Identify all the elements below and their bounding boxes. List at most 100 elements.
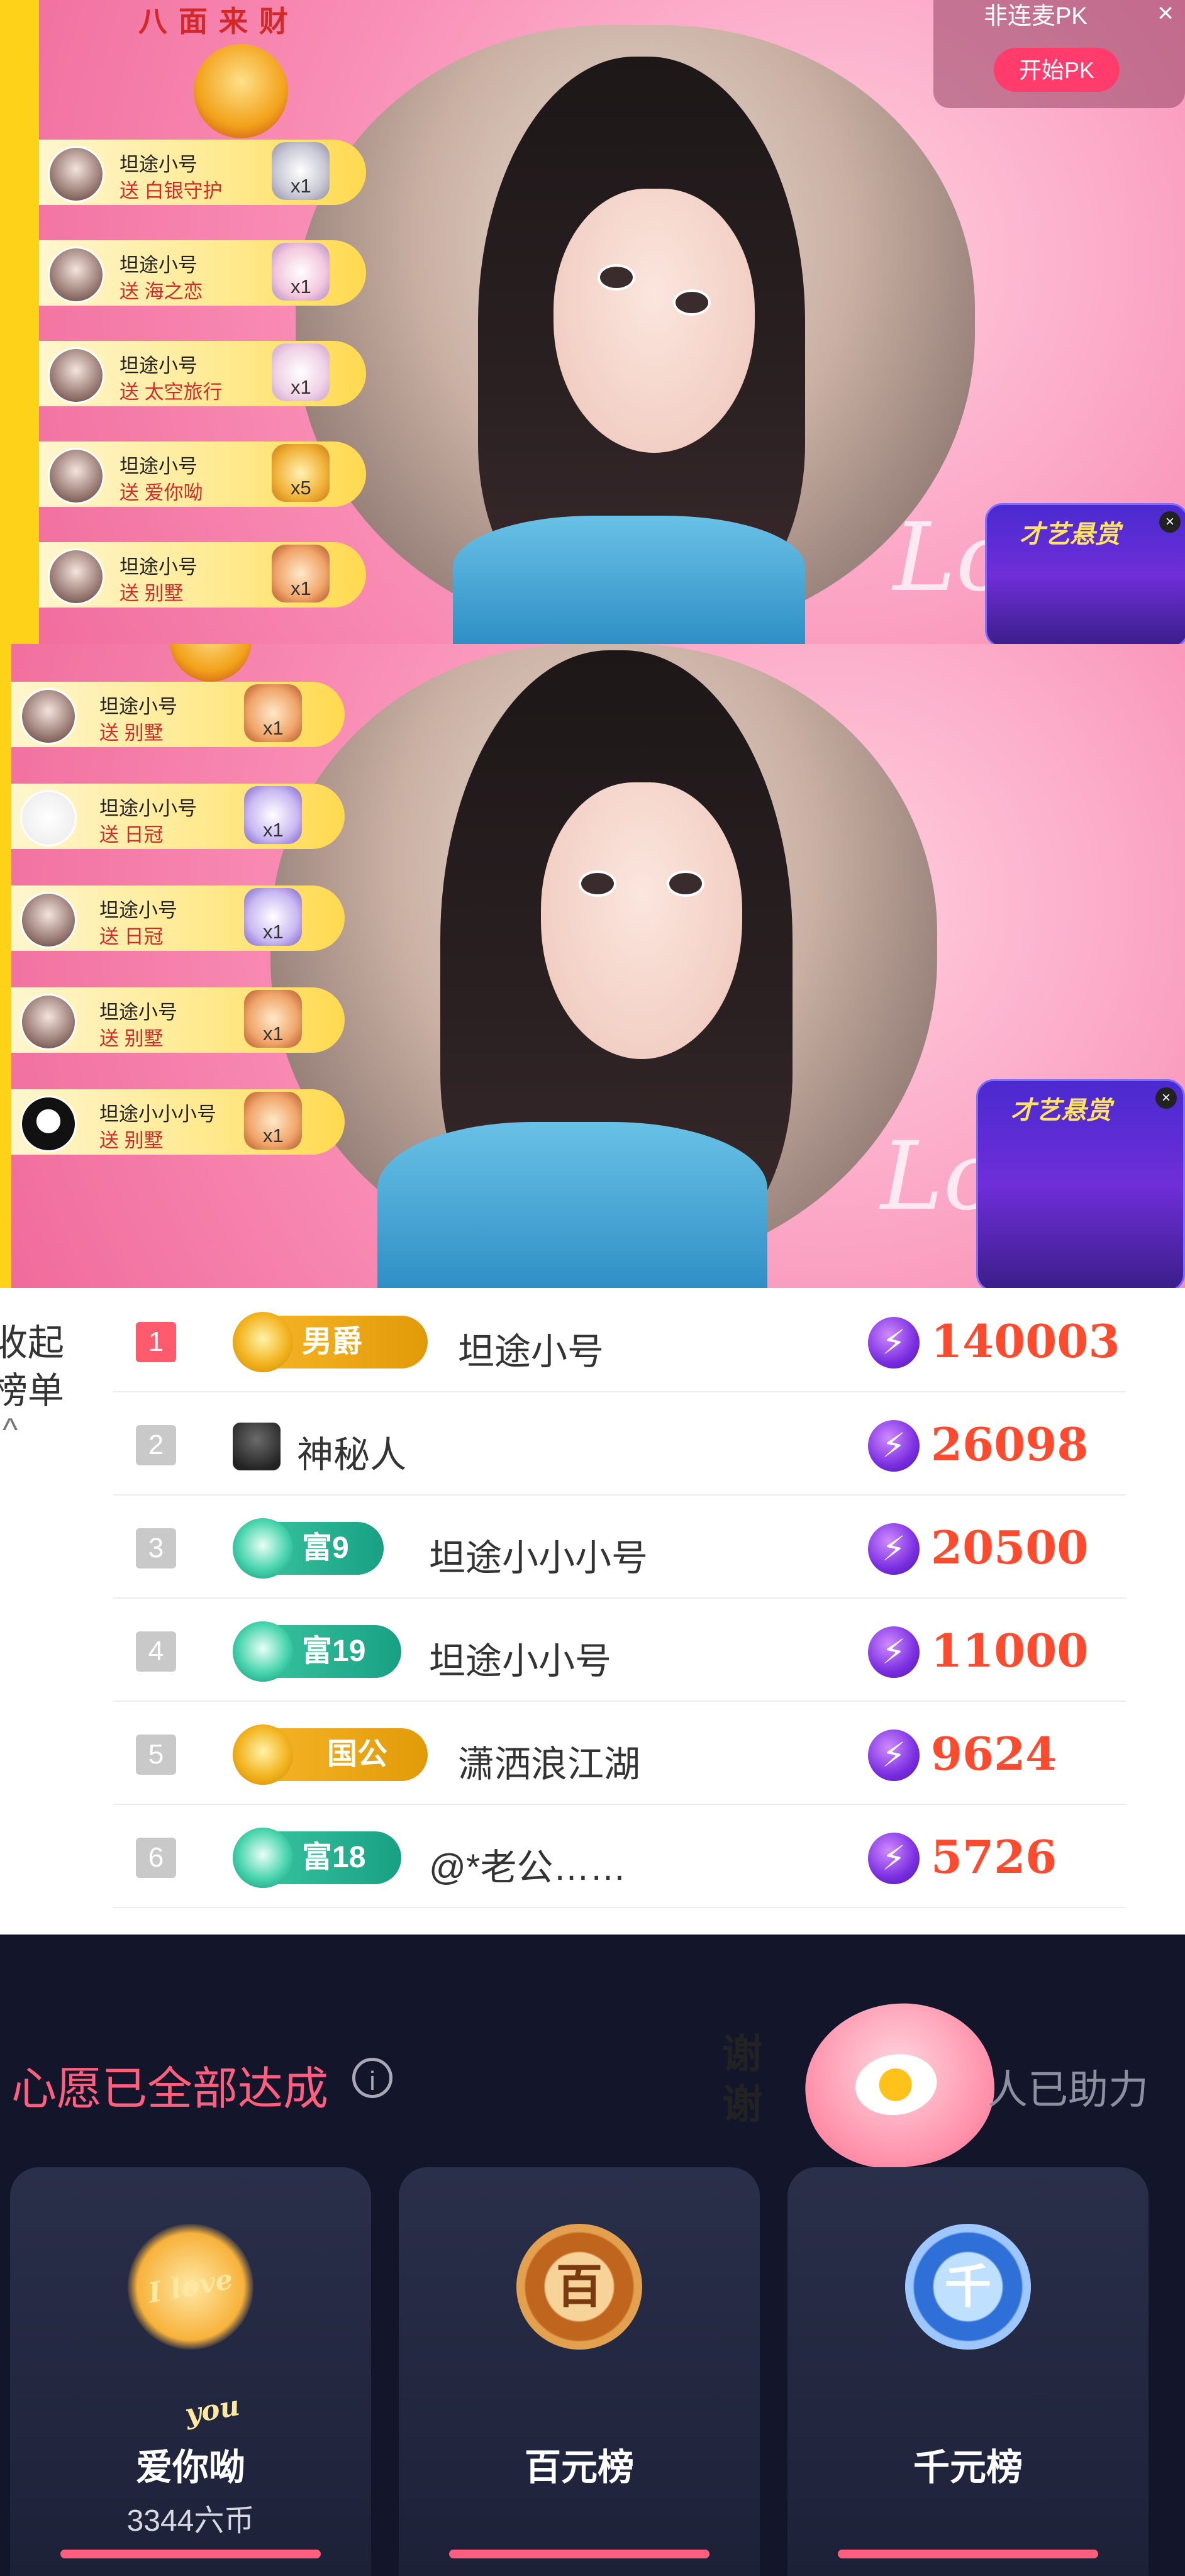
avatar[interactable] <box>20 1096 77 1152</box>
gift-count: x5 <box>291 477 311 499</box>
gift-notification: 坦途小小小号 送 别墅 x1 <box>11 1089 345 1155</box>
ranking-score: 5726 <box>931 1830 1057 1884</box>
ranking-row[interactable]: 2 神秘人 ⚡ 26098 <box>113 1391 1126 1496</box>
gift-sender-name: 坦途小小小号 <box>99 1103 216 1125</box>
ranking-row[interactable]: 4 富19 坦途小小号 ⚡ 11000 <box>113 1597 1126 1702</box>
gift-sender-name: 坦途小号 <box>120 254 198 276</box>
info-icon[interactable]: i <box>352 2058 392 2098</box>
gift-count: x1 <box>263 819 284 841</box>
pk-panel: 非连麦PK × 开始PK <box>933 0 1185 108</box>
thousand-rank-emblem-icon: 千 <box>905 2224 1031 2350</box>
wealth-badge: 富19 <box>233 1621 401 1682</box>
gift-sender-name: 坦途小号 <box>99 696 177 718</box>
gift-notification: 坦途小小号 送 日冠 x1 <box>11 784 345 849</box>
ranking-user-name: 坦途小号 <box>458 1331 604 1372</box>
gift-count: x1 <box>263 1023 284 1045</box>
gift-action: 送 白银守护 <box>120 180 223 202</box>
gift-notification: 坦途小号 送 海之恋 x1 <box>39 240 366 306</box>
badge-icon <box>233 1621 293 1682</box>
love-you-emblem-text: I love you <box>145 2263 242 2431</box>
ranking-row[interactable]: 6 富18 @*老公…… ⚡ 5726 <box>113 1804 1126 1908</box>
noble-badge: 国公 <box>233 1724 428 1785</box>
ranking-user-name: 潇洒浪江湖 <box>458 1744 641 1785</box>
avatar[interactable] <box>20 688 77 745</box>
avatar[interactable] <box>48 548 104 605</box>
caishen-icon[interactable] <box>194 44 288 138</box>
gift-action: 送 爱你呦 <box>120 482 203 504</box>
wish-card-name: 千元榜 <box>913 2447 1023 2488</box>
gift-sender-name: 坦途小号 <box>99 1001 177 1023</box>
gift-count: x1 <box>263 921 284 943</box>
wish-progress-bar <box>838 2550 1098 2558</box>
ranking-score: 26098 <box>931 1418 1089 1471</box>
gift-action: 送 别墅 <box>99 722 164 744</box>
gift-count: x1 <box>291 175 311 197</box>
close-icon[interactable]: × <box>1159 511 1181 533</box>
hundred-rank-emblem-icon: 百 <box>516 2224 642 2350</box>
wish-card-thousand-ranking[interactable]: 千 千元榜 <box>787 2167 1149 2576</box>
ranking-score: 9624 <box>931 1727 1057 1780</box>
avatar[interactable] <box>48 247 104 303</box>
badge-label: 富19 <box>302 1635 366 1668</box>
gift-notification: 坦途小号 送 白银守护 x1 <box>39 140 366 205</box>
badge-icon <box>233 1518 293 1579</box>
wish-card-hundred-ranking[interactable]: 百 百元榜 <box>399 2167 760 2576</box>
pk-mode-label: 非连麦PK <box>984 3 1088 30</box>
wish-card-love-you[interactable]: I love you 爱你呦 3344六币 <box>10 2167 371 2576</box>
ranking-label: 榜单 <box>0 1370 65 1411</box>
lightning-coin-icon: ⚡ <box>868 1729 920 1781</box>
gift-action: 送 太空旅行 <box>120 381 223 403</box>
avatar[interactable] <box>48 347 104 404</box>
wealth-badge: 富18 <box>233 1828 401 1888</box>
wish-panel: 心愿已全部达成 i 谢谢 人已助力 I love you 爱你呦 3344六币 … <box>0 1935 1185 2576</box>
peach-mascot-icon <box>794 1991 1004 2180</box>
talent-reward-panel[interactable]: 才艺悬赏 × <box>985 503 1185 644</box>
ranking-row[interactable]: 1 男爵 坦途小号 ⚡ 140003 <box>113 1288 1126 1392</box>
badge-icon <box>233 1724 293 1785</box>
avatar[interactable] <box>48 448 104 504</box>
talent-reward-title: 才艺悬赏 <box>1020 521 1120 548</box>
ranking-row[interactable]: 5 国公 潇洒浪江湖 ⚡ 9624 <box>113 1701 1126 1805</box>
caishen-icon[interactable] <box>170 644 252 682</box>
ranking-row[interactable]: 3 富9 坦途小小小号 ⚡ 20500 <box>113 1494 1126 1599</box>
stream-panel-bottom: Lo 才艺悬赏 × 坦途小号 送 别墅 x1 坦途小小号 送 日冠 x1 坦途小… <box>0 644 1185 1288</box>
wish-card-name: 爱你呦 <box>135 2447 245 2488</box>
gift-notification: 坦途小号 送 别墅 x1 <box>11 987 345 1053</box>
gift-count: x1 <box>291 275 311 297</box>
wealth-badge: 富9 <box>233 1518 384 1579</box>
rank-number: 6 <box>136 1838 176 1878</box>
close-icon[interactable]: × <box>1157 0 1174 29</box>
avatar[interactable] <box>20 994 77 1050</box>
collapse-ranking-toggle[interactable]: 收起 榜单 <box>0 1319 64 1415</box>
start-pk-button[interactable]: 开始PK <box>994 48 1120 92</box>
talent-reward-panel[interactable]: 才艺悬赏 × <box>976 1079 1185 1288</box>
lightning-coin-icon: ⚡ <box>868 1420 920 1472</box>
egg-yolk <box>877 2066 915 2104</box>
avatar[interactable] <box>48 146 104 203</box>
gift-notification: 坦途小号 送 太空旅行 x1 <box>39 341 366 406</box>
streamer-eye-right <box>667 870 704 897</box>
avatar[interactable] <box>20 892 77 948</box>
streamer-eye-right <box>673 289 711 316</box>
ranking-user-name: 坦途小小小号 <box>429 1538 648 1579</box>
chevron-up-icon[interactable]: ^ <box>3 1411 18 1449</box>
wish-progress-bar <box>60 2550 321 2558</box>
gift-sender-name: 坦途小号 <box>120 556 198 578</box>
caishen-title: 八面来财 <box>138 5 299 38</box>
rank-number: 3 <box>136 1528 176 1568</box>
wish-status-title: 心愿已全部达成 <box>11 2064 329 2114</box>
badge-label: 国公 <box>327 1738 388 1771</box>
streamer-eye-left <box>579 870 616 897</box>
talent-reward-title: 才艺悬赏 <box>1011 1097 1111 1124</box>
gift-count: x1 <box>291 376 311 398</box>
close-icon[interactable]: × <box>1155 1087 1177 1109</box>
rank-number: 5 <box>136 1735 176 1775</box>
gift-sender-name: 坦途小号 <box>120 153 198 175</box>
badge-icon <box>233 1828 293 1888</box>
gift-notification: 坦途小号 送 别墅 x1 <box>11 682 345 747</box>
avatar[interactable] <box>20 790 77 847</box>
emblem-character: 千 <box>945 2260 991 2312</box>
gift-count: x1 <box>291 577 311 599</box>
streamer-face <box>554 189 755 453</box>
gift-sender-name: 坦途小号 <box>99 899 177 921</box>
